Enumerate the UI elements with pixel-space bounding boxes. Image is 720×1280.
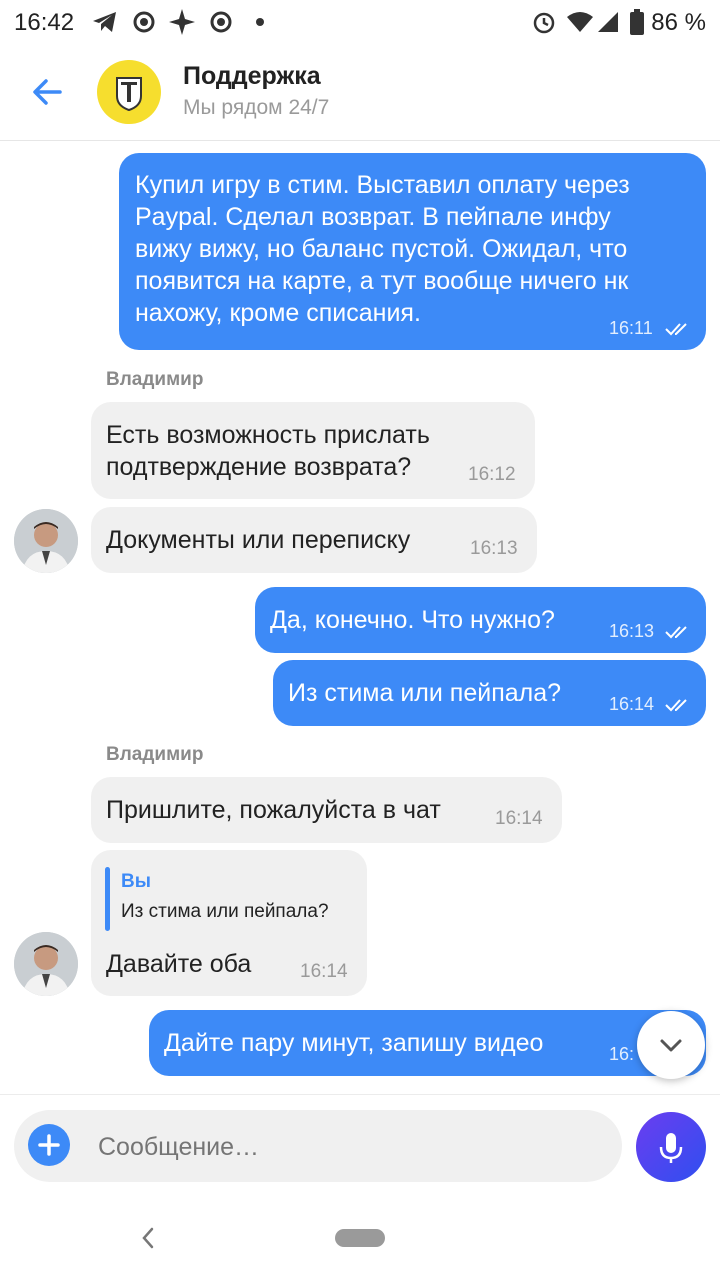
reply-bar bbox=[105, 867, 110, 931]
chat-header: Поддержка Мы рядом 24/7 bbox=[0, 44, 720, 141]
message-time: 16:12 bbox=[468, 464, 516, 485]
status-bar: 16:42 86 % bbox=[0, 0, 720, 44]
agent-avatar[interactable] bbox=[14, 509, 78, 573]
outgoing-message[interactable]: Из стима или пейпала? 16:14 bbox=[273, 660, 706, 726]
message-text: Давайте оба bbox=[106, 950, 252, 978]
message-text: Пришлите, пожалуйста в чат bbox=[106, 796, 441, 824]
wifi-icon bbox=[566, 8, 594, 36]
sender-name: Владимир bbox=[106, 744, 204, 765]
voice-record-button[interactable] bbox=[636, 1112, 706, 1182]
notification-icon-2 bbox=[207, 8, 235, 36]
incoming-message[interactable]: Пришлите, пожалуйста в чат 16:14 bbox=[91, 777, 562, 843]
alarm-icon bbox=[531, 8, 557, 36]
message-text-line: вижу вижу, но баланс пустой. Ожидал, что bbox=[135, 235, 628, 263]
message-text-line: Есть возможность прислать bbox=[106, 421, 430, 449]
message-time: 16:14 bbox=[609, 694, 655, 714]
message-text: Документы или переписку bbox=[106, 526, 411, 554]
message-time: 16:14 bbox=[495, 808, 543, 829]
microphone-icon bbox=[659, 1133, 683, 1163]
message-text: Из стима или пейпала? bbox=[288, 679, 562, 707]
battery-icon bbox=[630, 8, 644, 36]
reply-text: Из стима или пейпала? bbox=[121, 901, 329, 922]
agent-avatar[interactable] bbox=[14, 932, 78, 996]
nav-home-pill[interactable] bbox=[335, 1229, 385, 1247]
outgoing-message[interactable]: Дайте пару минут, запишу видео 16: bbox=[149, 1010, 706, 1076]
more-notifications-icon bbox=[255, 8, 265, 36]
attach-button[interactable] bbox=[28, 1124, 70, 1166]
divider bbox=[0, 1094, 720, 1095]
nav-back-icon[interactable] bbox=[138, 1226, 158, 1255]
message-time: 16:13 bbox=[470, 538, 518, 559]
message-text-line: нахожу, кроме списания. bbox=[135, 299, 421, 327]
incoming-message-with-reply[interactable]: Вы Из стима или пейпала? Давайте оба 16:… bbox=[91, 850, 367, 996]
back-arrow-icon[interactable] bbox=[28, 74, 68, 110]
reply-author: Вы bbox=[121, 871, 151, 892]
message-text-line: Купил игру в стим. Выставил оплату через bbox=[135, 171, 630, 199]
notification-icon bbox=[130, 8, 158, 36]
message-text-line: подтверждение возврата? bbox=[106, 453, 412, 481]
double-check-icon bbox=[665, 313, 691, 345]
incoming-message[interactable]: Есть возможность прислать подтверждение … bbox=[91, 402, 535, 499]
sender-name: Владимир bbox=[106, 369, 204, 390]
scroll-to-bottom-button[interactable] bbox=[637, 1011, 705, 1079]
message-time: 16:11 bbox=[609, 318, 653, 338]
double-check-icon bbox=[665, 689, 691, 721]
message-time: 16: bbox=[609, 1044, 635, 1064]
chevron-down-icon bbox=[660, 1039, 682, 1052]
chat-subtitle: Мы рядом 24/7 bbox=[183, 96, 330, 119]
plus-icon bbox=[38, 1134, 60, 1156]
telegram-icon bbox=[92, 8, 118, 36]
chat-title: Поддержка bbox=[183, 62, 321, 90]
message-input[interactable] bbox=[96, 1126, 600, 1168]
battery-percent: 86 % bbox=[651, 9, 706, 36]
support-avatar-logo[interactable] bbox=[97, 60, 161, 124]
status-time: 16:42 bbox=[14, 9, 75, 36]
message-time: 16:13 bbox=[609, 621, 655, 641]
message-text: Дайте пару минут, запишу видео bbox=[164, 1029, 544, 1057]
incoming-message[interactable]: Документы или переписку 16:13 bbox=[91, 507, 537, 573]
outgoing-message[interactable]: Да, конечно. Что нужно? 16:13 bbox=[255, 587, 706, 653]
outgoing-message[interactable]: Купил игру в стим. Выставил оплату через… bbox=[119, 153, 706, 350]
message-time: 16:14 bbox=[300, 961, 348, 982]
message-text-line: появится на карте, а тут вообще ничего н… bbox=[135, 267, 629, 295]
message-text-line: Paypal. Сделал возврат. В пейпале инфу bbox=[135, 203, 611, 231]
sparkle-icon bbox=[169, 8, 195, 36]
double-check-icon bbox=[665, 616, 691, 648]
message-text: Да, конечно. Что нужно? bbox=[270, 606, 555, 634]
signal-icon bbox=[596, 8, 620, 36]
